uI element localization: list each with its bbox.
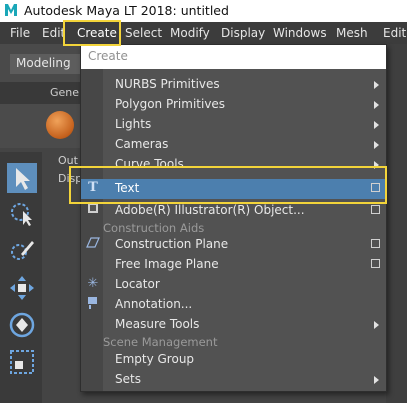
maya-logo-icon <box>5 4 17 16</box>
menu-edit[interactable]: Edit <box>42 26 65 40</box>
option-box-icon[interactable] <box>371 259 380 268</box>
create-menu: Create NURBS Primitives Polygon Primitiv… <box>80 44 387 392</box>
right-panel <box>386 44 407 403</box>
menu-item-empty-group[interactable]: Empty Group <box>81 350 386 370</box>
select-tool-icon[interactable] <box>7 163 37 193</box>
menu-file[interactable]: File <box>10 26 30 40</box>
mode-selector[interactable]: Modeling <box>10 54 88 74</box>
annotation-icon <box>85 296 101 312</box>
text-item-callout <box>69 166 387 204</box>
submenu-arrow-icon <box>374 101 379 109</box>
create-menu-callout <box>63 20 121 46</box>
rotate-tool-icon[interactable] <box>7 310 37 340</box>
menu-select[interactable]: Select <box>125 26 162 40</box>
lasso-tool-icon[interactable] <box>7 199 37 229</box>
menu-item-lights[interactable]: Lights <box>81 115 386 135</box>
submenu-arrow-icon <box>374 121 379 129</box>
menu-item-measure-tools[interactable]: Measure Tools <box>81 315 386 335</box>
menu-display[interactable]: Display <box>221 26 265 40</box>
section-construction-aids: Construction Aids <box>103 221 205 235</box>
menu-mesh[interactable]: Mesh <box>336 26 368 40</box>
submenu-arrow-icon <box>374 81 379 89</box>
menu-item-free-image-plane[interactable]: Free Image Plane <box>81 255 386 275</box>
submenu-arrow-icon <box>374 321 379 329</box>
window-title: Autodesk Maya LT 2018: untitled <box>24 3 229 18</box>
menu-item-polygon-primitives[interactable]: Polygon Primitives <box>81 95 386 115</box>
title-bar: Autodesk Maya LT 2018: untitled <box>0 0 407 22</box>
move-tool-icon[interactable] <box>7 273 37 303</box>
menu-item-illustrator-object[interactable]: Adobe(R) Illustrator(R) Object... <box>81 201 386 221</box>
menu-item-cameras[interactable]: Cameras <box>81 135 386 155</box>
submenu-arrow-icon <box>374 376 379 384</box>
create-menu-header: Create <box>81 45 386 69</box>
menu-item-nurbs-primitives[interactable]: NURBS Primitives <box>81 75 386 95</box>
menu-windows[interactable]: Windows <box>273 26 327 40</box>
paint-select-tool-icon[interactable] <box>7 236 37 266</box>
menu-item-sets[interactable]: Sets <box>81 370 386 390</box>
illustrator-icon <box>85 202 101 218</box>
menu-item-annotation[interactable]: Annotation... <box>81 295 386 315</box>
shelf-tab-general[interactable]: Gene <box>50 86 79 99</box>
option-box-icon[interactable] <box>371 205 380 214</box>
locator-star-icon: ✳ <box>87 276 99 291</box>
scale-tool-icon[interactable] <box>7 347 37 377</box>
menu-edit-mesh[interactable]: Edit M <box>383 26 407 40</box>
construction-plane-icon <box>85 236 101 252</box>
section-scene-management: Scene Management <box>103 335 218 349</box>
sphere-shelf-icon[interactable] <box>46 111 74 139</box>
menu-item-construction-plane[interactable]: Construction Plane <box>81 235 386 255</box>
submenu-arrow-icon <box>374 141 379 149</box>
menu-modify[interactable]: Modify <box>170 26 210 40</box>
menu-item-locator[interactable]: ✳ Locator <box>81 275 386 295</box>
option-box-icon[interactable] <box>371 239 380 248</box>
menu-bar: File Edit Create Select Modify Display W… <box>0 22 407 44</box>
